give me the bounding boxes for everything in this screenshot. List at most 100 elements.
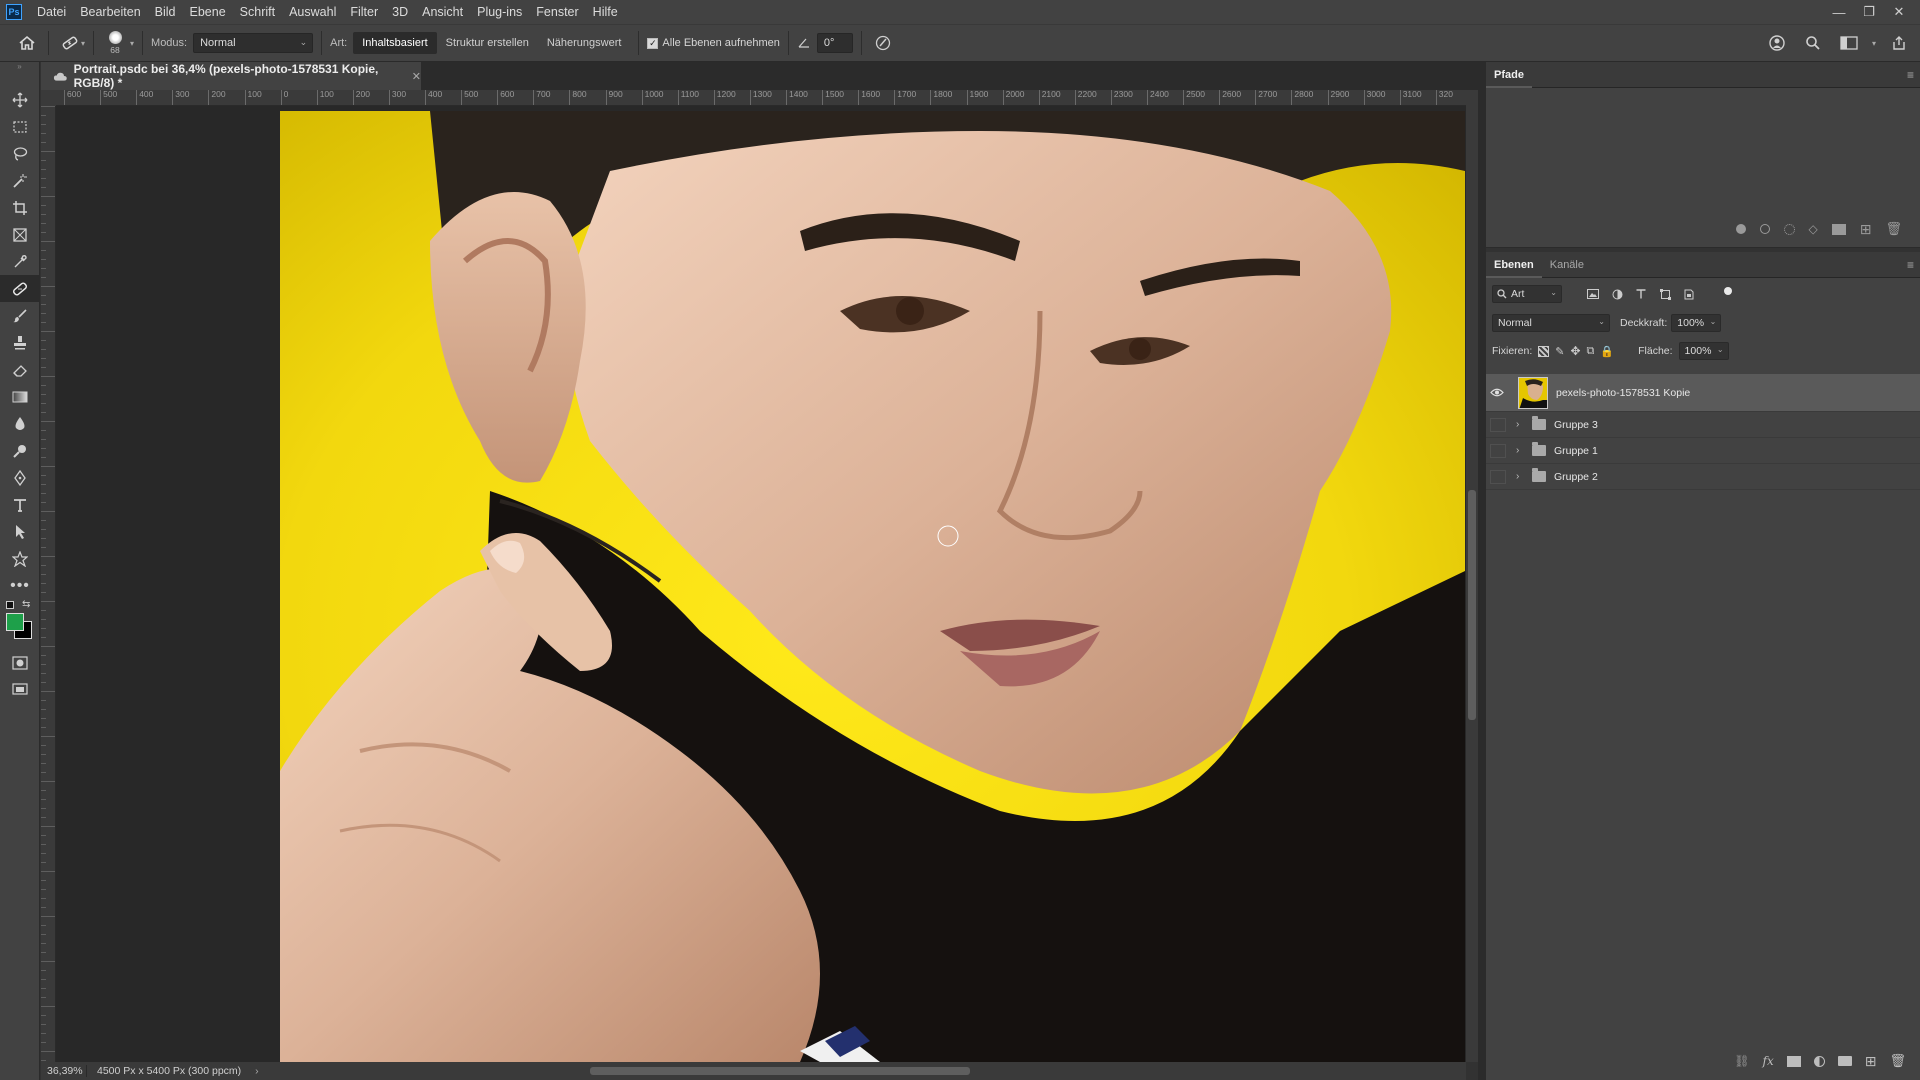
tab-channels[interactable]: Kanäle: [1542, 252, 1592, 278]
mode-dropdown[interactable]: Normal ⌄: [193, 33, 314, 53]
filter-type-button[interactable]: [1632, 285, 1650, 303]
fill-path-icon[interactable]: [1735, 224, 1746, 234]
type-tool[interactable]: [0, 491, 40, 518]
menu-hilfe[interactable]: Hilfe: [586, 0, 625, 24]
trash-icon[interactable]: 🗑: [1885, 221, 1902, 237]
layer-row[interactable]: pexels-photo-1578531 Kopie: [1486, 374, 1920, 412]
panel-menu-icon[interactable]: ≡: [1907, 68, 1914, 82]
menu-fenster[interactable]: Fenster: [529, 0, 585, 24]
sample-all-layers-toggle[interactable]: ✓ Alle Ebenen aufnehmen: [647, 37, 780, 49]
export-share-button[interactable]: [1886, 30, 1912, 56]
new-path-icon[interactable]: ⊞: [1860, 221, 1872, 238]
home-button[interactable]: [14, 30, 40, 56]
minimize-button[interactable]: —: [1824, 5, 1854, 20]
eyedropper-tool[interactable]: [0, 248, 40, 275]
filter-smart-object-button[interactable]: [1680, 285, 1698, 303]
dodge-tool[interactable]: [0, 437, 40, 464]
vertical-scroll-thumb[interactable]: [1468, 490, 1476, 720]
ruler-origin[interactable]: [41, 90, 56, 106]
workspace-button[interactable]: [1836, 30, 1862, 56]
blend-mode-dropdown[interactable]: Normal ⌄: [1492, 314, 1610, 332]
horizontal-ruler[interactable]: 600 500 400 300 200 100 0 100 200 300 400 500 600 700…: [56, 90, 1466, 106]
layer-visibility-toggle[interactable]: [1486, 388, 1508, 397]
screen-mode-button[interactable]: [0, 676, 40, 703]
chevron-right-icon[interactable]: ›: [1516, 445, 1526, 456]
zoom-level[interactable]: 36,39%: [41, 1065, 87, 1077]
pressure-size-button[interactable]: [870, 30, 896, 56]
spot-healing-brush-tool[interactable]: [0, 275, 40, 302]
load-selection-icon[interactable]: [1783, 223, 1795, 235]
type-content-aware-button[interactable]: Inhaltsbasiert: [353, 32, 437, 54]
lasso-tool[interactable]: [0, 140, 40, 167]
path-selection-tool[interactable]: [0, 518, 40, 545]
custom-shape-tool[interactable]: [0, 545, 40, 572]
frame-tool[interactable]: [0, 221, 40, 248]
chevron-right-icon[interactable]: ›: [1516, 471, 1526, 482]
adjustment-layer-icon[interactable]: [1813, 1055, 1825, 1067]
crop-tool[interactable]: [0, 194, 40, 221]
menu-plugins[interactable]: Plug-ins: [470, 0, 529, 24]
layer-group-row[interactable]: › Gruppe 3: [1486, 412, 1920, 438]
document-tab[interactable]: Portrait.psdc bei 36,4% (pexels-photo-15…: [41, 62, 421, 90]
stroke-path-icon[interactable]: [1759, 224, 1770, 234]
portrait-photo[interactable]: [280, 111, 1465, 1062]
layer-style-fx-icon[interactable]: fx: [1763, 1054, 1774, 1068]
lock-transparent-icon[interactable]: [1538, 345, 1550, 357]
vertical-scrollbar[interactable]: [1466, 90, 1478, 1062]
layer-group-row[interactable]: › Gruppe 1: [1486, 438, 1920, 464]
layer-visibility-toggle[interactable]: [1490, 417, 1506, 432]
lock-artboard-icon[interactable]: ⧉: [1587, 345, 1595, 358]
eraser-tool[interactable]: [0, 356, 40, 383]
make-work-path-icon[interactable]: ◇: [1809, 222, 1818, 236]
horizontal-scroll-thumb[interactable]: [590, 1067, 970, 1075]
new-group-icon[interactable]: [1837, 1056, 1852, 1066]
menu-3d[interactable]: 3D: [385, 0, 415, 24]
add-mask-icon[interactable]: [1831, 223, 1846, 235]
tab-paths[interactable]: Pfade: [1486, 62, 1532, 88]
type-proximity-match-button[interactable]: Näherungswert: [538, 32, 631, 54]
marquee-tool[interactable]: [0, 113, 40, 140]
layer-group-row[interactable]: › Gruppe 2: [1486, 464, 1920, 490]
menu-datei[interactable]: Datei: [30, 0, 73, 24]
swap-colors-icon[interactable]: ⇆: [22, 599, 30, 610]
menu-bild[interactable]: Bild: [148, 0, 183, 24]
gradient-tool[interactable]: [0, 383, 40, 410]
share-account-button[interactable]: [1764, 30, 1790, 56]
blur-tool[interactable]: [0, 410, 40, 437]
menu-filter[interactable]: Filter: [343, 0, 385, 24]
type-create-texture-button[interactable]: Struktur erstellen: [437, 32, 538, 54]
lock-position-icon[interactable]: ✥: [1570, 344, 1580, 358]
opacity-input[interactable]: 100% ⌄: [1671, 314, 1722, 332]
filter-shape-button[interactable]: [1656, 285, 1674, 303]
move-tool[interactable]: [0, 86, 40, 113]
lock-all-icon[interactable]: 🔒: [1600, 345, 1614, 358]
add-layer-mask-icon[interactable]: [1786, 1055, 1801, 1067]
layer-visibility-toggle[interactable]: [1490, 443, 1506, 458]
brush-preset-picker[interactable]: 68: [102, 31, 128, 55]
clone-stamp-tool[interactable]: [0, 329, 40, 356]
restore-button[interactable]: ❐: [1854, 4, 1884, 20]
filter-pixel-button[interactable]: [1584, 285, 1602, 303]
more-tools-button[interactable]: •••: [0, 572, 40, 599]
default-colors-icon[interactable]: [6, 601, 14, 609]
collapse-toolbar-icon[interactable]: »: [0, 62, 39, 72]
quick-mask-button[interactable]: [0, 649, 40, 676]
pen-tool[interactable]: [0, 464, 40, 491]
menu-ansicht[interactable]: Ansicht: [415, 0, 470, 24]
brush-tool[interactable]: [0, 302, 40, 329]
chevron-right-icon[interactable]: ›: [1516, 419, 1526, 430]
fill-input[interactable]: 100% ⌄: [1678, 342, 1729, 360]
link-layers-icon[interactable]: ⛓: [1734, 1054, 1749, 1068]
close-document-icon[interactable]: ✕: [412, 70, 421, 83]
menu-schrift[interactable]: Schrift: [233, 0, 282, 24]
trash-icon[interactable]: 🗑: [1889, 1053, 1906, 1069]
magic-wand-tool[interactable]: [0, 167, 40, 194]
angle-input[interactable]: 0°: [816, 33, 853, 53]
close-window-button[interactable]: ✕: [1884, 4, 1914, 20]
menu-auswahl[interactable]: Auswahl: [282, 0, 343, 24]
lock-image-icon[interactable]: ✎: [1555, 345, 1564, 358]
canvas-area[interactable]: [56, 106, 1466, 1062]
chevron-right-icon[interactable]: ›: [255, 1065, 259, 1077]
filter-kind-dropdown[interactable]: Art ⌄: [1492, 285, 1562, 303]
menu-bearbeiten[interactable]: Bearbeiten: [73, 0, 147, 24]
